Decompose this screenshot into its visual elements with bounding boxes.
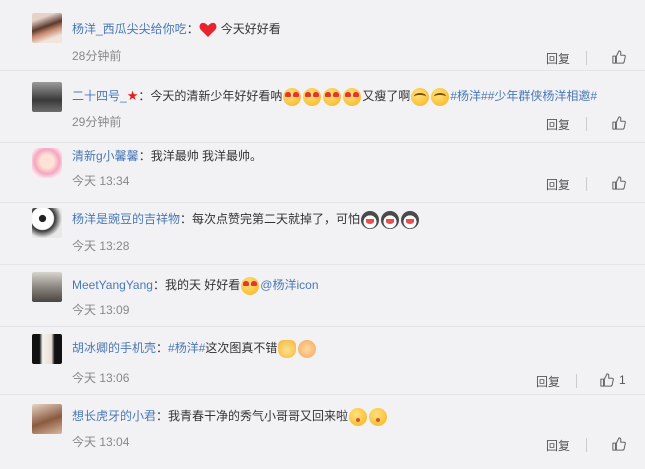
- comment-content: 胡冰卿的手机壳：#杨洋#这次图真不错: [72, 337, 635, 359]
- commenter-name[interactable]: 清新g小馨馨: [72, 149, 139, 163]
- comment-text: ：今天的清新少年好好看呐: [138, 89, 283, 103]
- dog-emoji-icon: [381, 210, 400, 229]
- like-icon[interactable]: [612, 50, 626, 64]
- comment-text: ：: [156, 341, 169, 355]
- divider: [586, 117, 587, 131]
- avatar[interactable]: [32, 13, 62, 43]
- commenter-name[interactable]: 杨洋_西瓜尖尖给你吃: [72, 22, 187, 36]
- comment-item: 想长虎牙的小君：我青春干净的秀气小哥哥又回来啦 今天 13:04 回复: [0, 394, 645, 469]
- heart-emoji-icon: [199, 22, 217, 38]
- comment-item: 清新g小馨馨：我洋最帅 我洋最帅。 今天 13:34 回复: [0, 142, 645, 203]
- cat-emoji-icon: [278, 339, 297, 358]
- shy-emoji-icon: [431, 87, 450, 106]
- comment-text: ：每次点赞完第二天就掉了，可怕: [180, 212, 361, 226]
- reply-button[interactable]: 回复: [536, 373, 560, 390]
- commenter-name[interactable]: 杨洋是豌豆的吉祥物: [72, 212, 180, 226]
- avatar[interactable]: [32, 208, 62, 238]
- avatar[interactable]: [32, 148, 62, 178]
- love-eyes-emoji-icon: [303, 87, 322, 106]
- comment-text: 又瘦了啊: [362, 89, 411, 103]
- love-eyes-emoji-icon: [343, 87, 362, 106]
- like-icon[interactable]: [612, 116, 626, 130]
- avatar[interactable]: [32, 404, 62, 434]
- comment-time: 今天 13:34: [72, 174, 130, 188]
- comment-item: 杨洋_西瓜尖尖给你吃： 今天好好看 28分钟前 回复: [0, 0, 645, 71]
- comment-content: 清新g小馨馨：我洋最帅 我洋最帅。: [72, 145, 635, 167]
- like-icon[interactable]: [612, 437, 626, 451]
- avatar[interactable]: [32, 334, 62, 364]
- red-star-icon: ★: [126, 88, 139, 103]
- comment-item: 二十四号_★：今天的清新少年好好看呐 又瘦了啊 #杨洋##少年群侠杨洋相邀# 29分…: [0, 70, 645, 143]
- kiss-emoji-icon: [349, 407, 368, 426]
- comment-time: 今天 13:09: [72, 303, 130, 317]
- pray-emoji-icon: [298, 339, 317, 358]
- comment-content: 想长虎牙的小君：我青春干净的秀气小哥哥又回来啦: [72, 405, 635, 427]
- comment-item: 杨洋是豌豆的吉祥物：每次点赞完第二天就掉了，可怕 今天 13:28: [0, 202, 645, 265]
- divider: [586, 51, 587, 65]
- love-eyes-emoji-icon: [241, 276, 260, 295]
- dog-emoji-icon: [361, 210, 380, 229]
- love-eyes-emoji-icon: [283, 87, 302, 106]
- mention-link[interactable]: @杨洋icon: [260, 278, 318, 292]
- comment-time: 今天 13:06: [72, 371, 130, 385]
- topic-link[interactable]: #少年群侠杨洋相邀#: [488, 89, 597, 103]
- topic-link[interactable]: #杨洋#: [450, 89, 487, 103]
- commenter-name[interactable]: MeetYangYang: [72, 278, 153, 292]
- comment-time: 今天 13:04: [72, 435, 130, 449]
- comment-text: ：: [186, 22, 199, 36]
- like-count: 1: [619, 373, 626, 387]
- comment-text: 这次图真不错: [205, 341, 278, 355]
- comment-content: MeetYangYang：我的天 好好看 @杨洋icon: [72, 274, 635, 296]
- commenter-name[interactable]: 胡冰卿的手机壳: [72, 341, 156, 355]
- reply-button[interactable]: 回复: [546, 50, 570, 67]
- reply-button[interactable]: 回复: [546, 176, 570, 193]
- like-icon[interactable]: [600, 373, 614, 387]
- comment-item: MeetYangYang：我的天 好好看 @杨洋icon 今天 13:09: [0, 264, 645, 327]
- like-icon[interactable]: [612, 176, 626, 190]
- comment-item: 胡冰卿的手机壳：#杨洋#这次图真不错 今天 13:06 回复 1: [0, 326, 645, 395]
- love-eyes-emoji-icon: [323, 87, 342, 106]
- comment-content: 杨洋_西瓜尖尖给你吃： 今天好好看: [72, 18, 635, 40]
- comment-content: 二十四号_★：今天的清新少年好好看呐 又瘦了啊 #杨洋##少年群侠杨洋相邀#: [72, 85, 635, 107]
- divider: [586, 438, 587, 452]
- reply-button[interactable]: 回复: [546, 437, 570, 454]
- reply-button[interactable]: 回复: [546, 116, 570, 133]
- commenter-name[interactable]: 二十四号_: [72, 89, 127, 103]
- comment-text: 今天好好看: [220, 22, 281, 36]
- avatar[interactable]: [32, 82, 62, 112]
- avatar[interactable]: [32, 272, 62, 302]
- divider: [586, 177, 587, 191]
- shy-emoji-icon: [411, 87, 430, 106]
- comment-content: 杨洋是豌豆的吉祥物：每次点赞完第二天就掉了，可怕: [72, 208, 635, 230]
- comment-text: ：我洋最帅 我洋最帅。: [138, 149, 263, 163]
- dog-emoji-icon: [401, 210, 420, 229]
- comment-text: ：我的天 好好看: [152, 278, 241, 292]
- commenter-name[interactable]: 想长虎牙的小君: [72, 409, 156, 423]
- comment-text: ：我青春干净的秀气小哥哥又回来啦: [156, 409, 349, 423]
- divider: [576, 374, 577, 388]
- comment-time: 29分钟前: [72, 115, 122, 129]
- topic-link[interactable]: #杨洋#: [168, 341, 205, 355]
- kiss-emoji-icon: [369, 407, 388, 426]
- comment-time: 今天 13:28: [72, 239, 130, 253]
- comment-time: 28分钟前: [72, 49, 122, 63]
